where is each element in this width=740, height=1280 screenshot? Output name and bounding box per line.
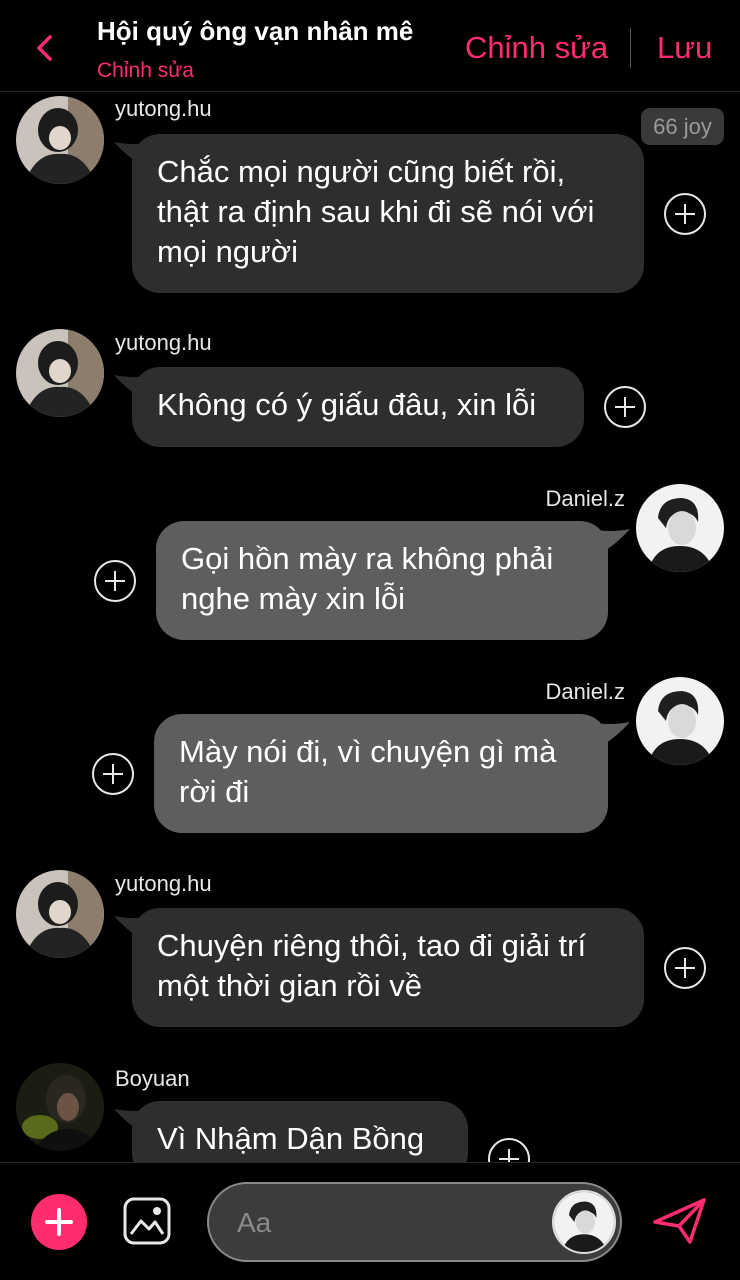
avatar-image [16, 1063, 104, 1151]
message-bubble[interactable]: Chắc mọi người cũng biết rồi, thật ra đị… [132, 134, 644, 293]
add-reaction-button[interactable] [664, 947, 706, 989]
avatar[interactable] [16, 329, 104, 417]
add-reaction-button[interactable] [664, 193, 706, 235]
image-button[interactable] [122, 1196, 172, 1246]
avatar-image [554, 1192, 614, 1252]
message-bubble[interactable]: Gọi hồn mày ra không phải nghe mày xin l… [156, 521, 608, 640]
message-line: Chuyện riêng thôi, tao đi giải trí [157, 928, 587, 963]
chat-screen: Hội quý ông vạn nhân mê Chỉnh sửa Chỉnh … [0, 0, 740, 1280]
add-reaction-button[interactable] [488, 1138, 530, 1162]
send-button[interactable] [652, 1196, 708, 1246]
avatar-image [636, 677, 724, 765]
add-reaction-button[interactable] [604, 386, 646, 428]
message-bubble[interactable]: Vì Nhậm Dận Bồng [132, 1101, 468, 1162]
send-icon [653, 1198, 706, 1244]
message-list[interactable]: yutong.hu 66 joy Chắc mọi người cũng biế… [0, 92, 740, 1162]
avatar[interactable] [636, 677, 724, 765]
avatar[interactable] [16, 870, 104, 958]
avatar-image [16, 96, 104, 184]
composer-bar [0, 1162, 740, 1280]
sender-name: yutong.hu [115, 871, 212, 896]
chat-header: Hội quý ông vạn nhân mê Chỉnh sửa Chỉnh … [0, 0, 740, 92]
message-input[interactable] [237, 1204, 537, 1242]
message-bubble[interactable]: Chuyện riêng thôi, tao đi giải trí một t… [132, 908, 644, 1027]
avatar-image [16, 870, 104, 958]
sender-name: Boyuan [115, 1066, 190, 1091]
message-line: thật ra định sau khi đi sẽ nói với [157, 194, 595, 229]
sender-name: Daniel.z [545, 486, 625, 511]
chat-subtitle: Chỉnh sửa [97, 59, 194, 82]
plus-icon[interactable] [31, 1194, 87, 1250]
message-line: mọi người [157, 234, 299, 269]
message-bubble[interactable]: Không có ý giấu đâu, xin lỗi [132, 367, 584, 447]
sender-name: yutong.hu [115, 330, 212, 355]
avatar-image [636, 484, 724, 572]
message-line: Gọi hồn mày ra không phải [181, 541, 554, 576]
avatar[interactable] [16, 1063, 104, 1151]
sender-name: Daniel.z [545, 679, 625, 704]
message-line: nghe mày xin lỗi [181, 581, 406, 616]
message-line: Chắc mọi người cũng biết rồi, [157, 154, 566, 189]
avatar[interactable] [636, 484, 724, 572]
sender-name: yutong.hu [115, 96, 212, 121]
message-line: một thời gian rồi về [157, 968, 422, 1003]
message-input-container[interactable] [207, 1182, 622, 1262]
avatar-image [16, 329, 104, 417]
message-line: Mày nói đi, vì chuyện gì mà [179, 734, 557, 769]
avatar[interactable] [16, 96, 104, 184]
avatar[interactable] [552, 1190, 616, 1254]
add-reaction-button[interactable] [94, 560, 136, 602]
message-line: Vì Nhậm Dận Bồng [157, 1121, 425, 1156]
image-icon [123, 1197, 171, 1245]
back-button[interactable] [28, 28, 64, 68]
edit-button[interactable]: Chỉnh sửa [465, 30, 608, 66]
chevron-left-icon [37, 35, 52, 61]
add-reaction-button[interactable] [92, 753, 134, 795]
chat-title: Hội quý ông vạn nhân mê [97, 16, 414, 46]
message-line: Không có ý giấu đâu, xin lỗi [157, 387, 537, 422]
message-line: rời đi [179, 774, 250, 809]
message-bubble[interactable]: Mày nói đi, vì chuyện gì mà rời đi [154, 714, 608, 833]
header-divider [630, 28, 631, 68]
reaction-badge: 66 joy [641, 108, 724, 145]
save-button[interactable]: Lưu [657, 30, 712, 66]
